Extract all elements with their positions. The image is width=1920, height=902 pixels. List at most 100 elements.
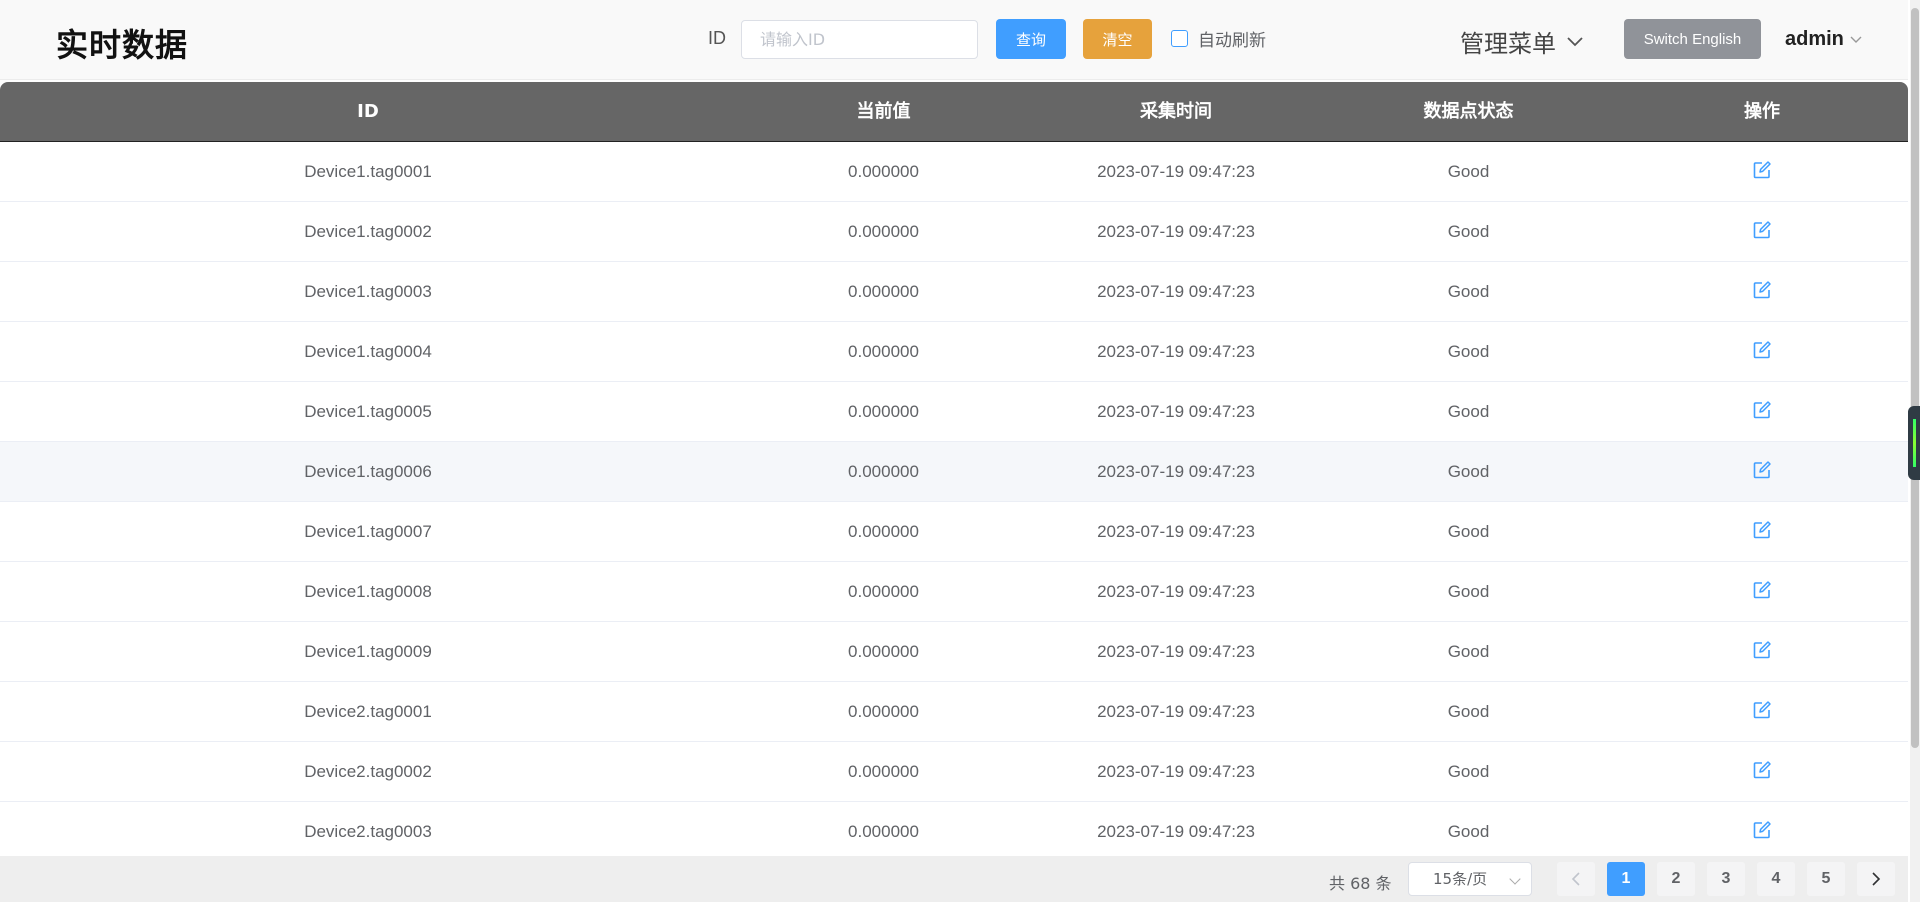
cell-actions: [1616, 382, 1908, 442]
cell-status: Good: [1447, 702, 1490, 721]
cell-id: Device2.tag0003: [304, 822, 432, 841]
table-row: Device1.tag0005 0.000000 2023-07-19 09:47:…: [0, 382, 1908, 442]
cell-time: 2023-07-19 09:47:23: [1097, 822, 1255, 841]
page-button-1[interactable]: 1: [1607, 862, 1645, 896]
cell-value: 0.000000: [848, 222, 919, 241]
cell-time: 2023-07-19 09:47:23: [1097, 762, 1255, 781]
table-row: Device1.tag0001 0.000000 2023-07-19 09:47:…: [0, 142, 1908, 202]
query-button[interactable]: 查询: [996, 19, 1066, 59]
cell-id: Device1.tag0005: [304, 402, 432, 421]
prev-page-button[interactable]: [1557, 862, 1595, 896]
cell-value: 0.000000: [848, 462, 919, 481]
column-header-status: 数据点状态: [1423, 101, 1514, 122]
chevron-right-icon: [1872, 872, 1881, 886]
cell-id: Device1.tag0007: [304, 522, 432, 541]
edit-icon[interactable]: [1752, 340, 1772, 360]
cell-actions: [1616, 142, 1908, 202]
cell-value: 0.000000: [848, 822, 919, 841]
cell-value: 0.000000: [848, 762, 919, 781]
cell-value: 0.000000: [848, 162, 919, 181]
id-filter-label: ID: [708, 28, 726, 48]
auto-refresh-label: 自动刷新: [1198, 31, 1266, 51]
auto-refresh-checkbox[interactable]: [1171, 30, 1188, 47]
cell-id: Device2.tag0001: [304, 702, 432, 721]
id-search-input[interactable]: [741, 20, 978, 59]
edit-icon[interactable]: [1752, 520, 1772, 540]
cell-actions: [1616, 322, 1908, 382]
table-row: Device1.tag0003 0.000000 2023-07-19 09:47:…: [0, 262, 1908, 322]
page-size-value: 15条/页: [1433, 870, 1488, 888]
scrollbar-thumb[interactable]: [1911, 8, 1919, 748]
page-button-5[interactable]: 5: [1807, 862, 1845, 896]
chevron-down-icon: [1850, 36, 1862, 43]
realtime-data-table: ID 当前值 采集时间 数据点状态 操作 Device1.tag0001 0.00…: [0, 82, 1908, 855]
chevron-left-icon: [1571, 872, 1580, 886]
cell-id: Device1.tag0006: [304, 462, 432, 481]
cell-actions: [1616, 442, 1908, 502]
cell-value: 0.000000: [848, 402, 919, 421]
cell-status: Good: [1447, 222, 1490, 241]
cell-time: 2023-07-19 09:47:23: [1097, 282, 1255, 301]
cell-actions: [1616, 802, 1908, 855]
cell-actions: [1616, 622, 1908, 682]
cell-value: 0.000000: [848, 582, 919, 601]
cell-status: Good: [1447, 522, 1490, 541]
edit-icon[interactable]: [1752, 160, 1772, 180]
page-button-2[interactable]: 2: [1657, 862, 1695, 896]
cell-id: Device1.tag0008: [304, 582, 432, 601]
cell-actions: [1616, 562, 1908, 622]
chevron-down-icon: [1567, 36, 1583, 46]
cell-actions: [1616, 502, 1908, 562]
table-row: Device2.tag0001 0.000000 2023-07-19 09:47:…: [0, 682, 1908, 742]
admin-menu-label: 管理菜单: [1460, 30, 1556, 58]
page-button-3[interactable]: 3: [1707, 862, 1745, 896]
cell-actions: [1616, 262, 1908, 322]
cell-status: Good: [1447, 642, 1490, 661]
table-row: Device1.tag0007 0.000000 2023-07-19 09:47:…: [0, 502, 1908, 562]
user-dropdown[interactable]: admin: [1785, 28, 1862, 51]
cell-value: 0.000000: [848, 342, 919, 361]
cell-value: 0.000000: [848, 642, 919, 661]
chevron-down-icon: [1509, 873, 1521, 885]
cell-status: Good: [1447, 282, 1490, 301]
cell-time: 2023-07-19 09:47:23: [1097, 582, 1255, 601]
edit-icon[interactable]: [1752, 820, 1772, 840]
table-row: Device2.tag0003 0.000000 2023-07-19 09:47:…: [0, 802, 1908, 855]
table-row: Device1.tag0004 0.000000 2023-07-19 09:47:…: [0, 322, 1908, 382]
edit-icon[interactable]: [1752, 280, 1772, 300]
column-header-id: ID: [357, 101, 379, 122]
table-body: Device1.tag0001 0.000000 2023-07-19 09:47:…: [0, 142, 1908, 855]
page-button-4[interactable]: 4: [1757, 862, 1795, 896]
edit-icon[interactable]: [1752, 760, 1772, 780]
total-count: 共 68 条: [1329, 874, 1392, 893]
edit-icon[interactable]: [1752, 460, 1772, 480]
edit-icon[interactable]: [1752, 640, 1772, 660]
page-size-select[interactable]: 15条/页: [1408, 862, 1532, 896]
cell-value: 0.000000: [848, 282, 919, 301]
next-page-button[interactable]: [1857, 862, 1895, 896]
cell-status: Good: [1447, 582, 1490, 601]
cell-value: 0.000000: [848, 522, 919, 541]
table-row: Device1.tag0002 0.000000 2023-07-19 09:47:…: [0, 202, 1908, 262]
edit-icon[interactable]: [1752, 580, 1772, 600]
table-header: ID 当前值 采集时间 数据点状态 操作: [0, 82, 1908, 142]
cell-id: Device1.tag0002: [304, 222, 432, 241]
realtime-data-page: 实时数据 ID 查询 清空 自动刷新 管理菜单 Switch English a…: [0, 0, 1920, 902]
cell-actions: [1616, 682, 1908, 742]
switch-language-button[interactable]: Switch English: [1624, 19, 1761, 59]
cell-status: Good: [1447, 822, 1490, 841]
cell-time: 2023-07-19 09:47:23: [1097, 642, 1255, 661]
cell-status: Good: [1447, 462, 1490, 481]
clear-button[interactable]: 清空: [1083, 19, 1152, 59]
column-header-value: 当前值: [856, 101, 911, 122]
edit-icon[interactable]: [1752, 400, 1772, 420]
admin-menu-dropdown[interactable]: 管理菜单: [1460, 24, 1584, 59]
cell-time: 2023-07-19 09:47:23: [1097, 162, 1255, 181]
cell-time: 2023-07-19 09:47:23: [1097, 462, 1255, 481]
edit-icon[interactable]: [1752, 220, 1772, 240]
pagination-bar: 共 68 条 15条/页 1 2 3 4 5: [0, 856, 1908, 902]
auto-refresh-toggle[interactable]: 自动刷新: [1171, 26, 1266, 51]
edit-icon[interactable]: [1752, 700, 1772, 720]
cell-actions: [1616, 202, 1908, 262]
side-panel-handle[interactable]: [1908, 406, 1920, 480]
